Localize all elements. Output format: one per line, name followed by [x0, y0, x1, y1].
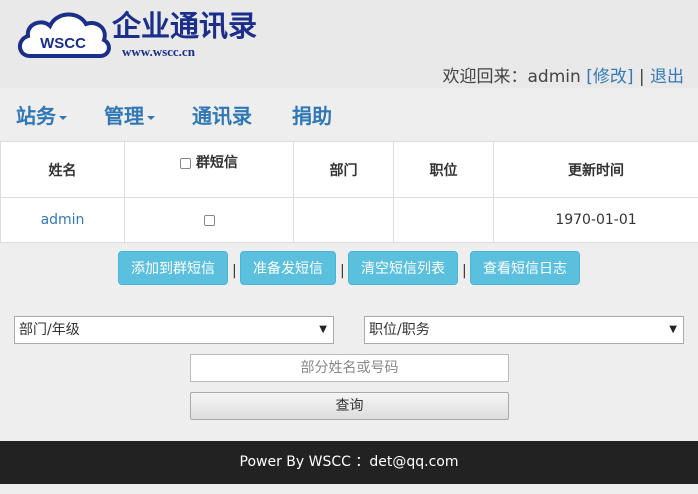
logo-url: www.wscc.cn — [122, 44, 196, 59]
modify-link[interactable]: [修改] — [586, 67, 633, 87]
logo[interactable]: WSCC 企业通讯录 www.wscc.cn — [16, 6, 316, 60]
nav-item-label: 捐助 — [292, 104, 332, 128]
position-select[interactable]: 职位/职务 ▼ — [364, 316, 684, 344]
bottom-strip — [0, 484, 698, 494]
action-separator: | — [340, 263, 345, 279]
cell-name: admin — [0, 197, 125, 243]
department-select-value: 部门/年级 — [19, 322, 80, 338]
search-input[interactable] — [190, 354, 509, 382]
prepare-sms-button[interactable]: 准备发短信 — [240, 251, 336, 285]
welcome-separator: | — [638, 67, 645, 87]
table-header-row: 姓名 群短信 部门 职位 更新时间 — [0, 141, 698, 198]
header-updated: 更新时间 — [493, 141, 698, 198]
nav-item-label: 管理 — [104, 104, 144, 128]
nav-item-label: 站务 — [16, 104, 56, 128]
footer: Power By WSCC ：det@qq.com — [0, 441, 698, 484]
row-checkbox[interactable] — [203, 214, 215, 226]
cell-group-sms — [124, 197, 294, 243]
nav-item-contacts[interactable]: 通讯录 — [192, 100, 252, 129]
dropdown-arrow-icon: ▼ — [669, 324, 677, 335]
add-to-group-sms-button[interactable]: 添加到群短信 — [118, 251, 228, 285]
caret-down-icon — [147, 115, 155, 120]
header-name: 姓名 — [0, 141, 125, 198]
nav-item-label: 通讯录 — [192, 104, 252, 128]
select-all-checkbox[interactable] — [180, 157, 192, 169]
header-department: 部门 — [293, 141, 394, 198]
clear-sms-list-button[interactable]: 清空短信列表 — [348, 251, 458, 285]
caret-down-icon — [59, 115, 67, 120]
cell-updated: 1970-01-01 — [493, 197, 698, 243]
footer-text: Power By WSCC ：det@qq.com — [239, 454, 459, 470]
dropdown-arrow-icon: ▼ — [319, 324, 327, 335]
department-select[interactable]: 部门/年级 ▼ — [14, 316, 334, 344]
contacts-table: 姓名 群短信 部门 职位 更新时间 admin 1970-01-01 — [0, 141, 698, 243]
header-position: 职位 — [393, 141, 494, 198]
welcome-bar: 欢迎回来：admin [修改] | 退出 — [443, 62, 685, 87]
logout-link[interactable]: 退出 — [650, 67, 684, 87]
logo-title: 企业通讯录 — [112, 9, 257, 43]
action-separator: | — [232, 263, 237, 279]
table-row: admin 1970-01-01 — [0, 197, 698, 243]
header-group-sms: 群短信 — [124, 141, 294, 198]
nav-item-manage[interactable]: 管理 — [104, 100, 155, 129]
nav-item-donate[interactable]: 捐助 — [292, 100, 332, 129]
action-separator: | — [462, 263, 467, 279]
cell-position — [393, 197, 494, 243]
cell-department — [293, 197, 394, 243]
view-sms-log-button[interactable]: 查看短信日志 — [470, 251, 580, 285]
main-nav: 站务 管理 通讯录 捐助 — [0, 88, 698, 140]
sms-actions: 添加到群短信 | 准备发短信 | 清空短信列表 | 查看短信日志 — [118, 251, 598, 285]
contacts-table-wrapper: 姓名 群短信 部门 职位 更新时间 admin 1970-01-01 — [0, 141, 698, 243]
query-button[interactable]: 查询 — [190, 392, 509, 420]
logo-badge: WSCC — [40, 35, 86, 52]
logo-graphic: WSCC 企业通讯录 www.wscc.cn — [18, 9, 257, 59]
contact-name-link[interactable]: admin — [41, 212, 85, 228]
header-group-sms-label: 群短信 — [195, 155, 238, 171]
nav-item-station[interactable]: 站务 — [16, 100, 67, 129]
header: WSCC 企业通讯录 www.wscc.cn 欢迎回来：admin [修改] |… — [0, 0, 698, 88]
position-select-value: 职位/职务 — [369, 322, 430, 338]
welcome-text: 欢迎回来：admin — [442, 67, 581, 87]
